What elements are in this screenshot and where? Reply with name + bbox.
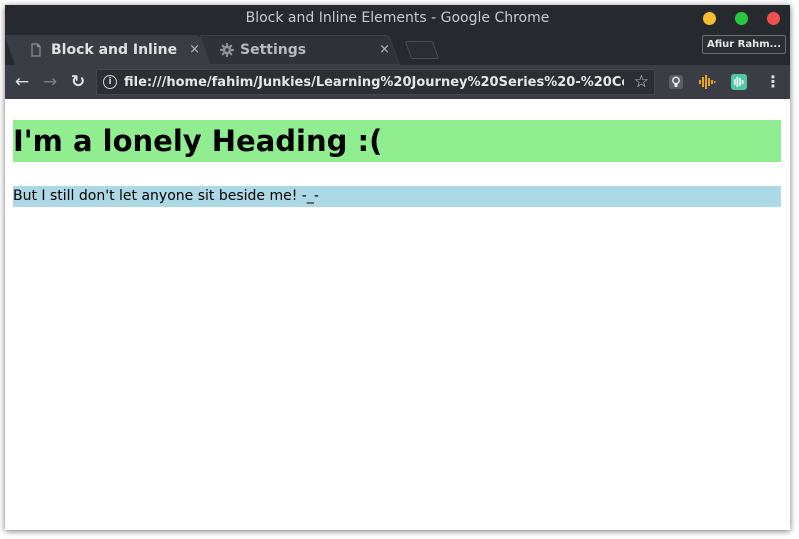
page-heading: I'm a lonely Heading :( (13, 120, 781, 162)
tab-content: Block and Inline El × (15, 35, 210, 65)
title-bar: Block and Inline Elements - Google Chrom… (5, 5, 790, 65)
toolbar: ← → ↻ i file:///home/fahim/Junkies/Learn… (5, 65, 790, 99)
tab-content: Settings × (210, 35, 400, 65)
window-title: Block and Inline Elements - Google Chrom… (245, 10, 550, 26)
page-viewport: I'm a lonely Heading :( But I still don'… (5, 99, 790, 530)
tab-block-and-inline[interactable]: Block and Inline El × (5, 35, 211, 65)
extension-soundwave-icon[interactable] (698, 74, 716, 90)
maximize-button[interactable] (735, 12, 748, 25)
minimize-button[interactable] (703, 12, 716, 25)
bookmark-star-icon[interactable]: ☆ (634, 72, 649, 92)
page-icon (29, 43, 43, 57)
extension-app-icon[interactable] (731, 74, 747, 90)
address-bar[interactable]: i file:///home/fahim/Junkies/Learning%20… (96, 69, 655, 95)
profile-button[interactable]: Afiur Rahm... (702, 35, 786, 54)
chrome-menu-icon[interactable]: ⋮ (765, 71, 781, 93)
tab-settings[interactable]: Settings × (199, 35, 400, 65)
tab-label: Settings (240, 42, 307, 58)
close-window-button[interactable] (767, 12, 780, 25)
page-paragraph: But I still don't let anyone sit beside … (13, 186, 781, 207)
new-tab-button[interactable] (404, 41, 440, 59)
tab-close-icon[interactable]: × (379, 41, 390, 59)
browser-window: Block and Inline Elements - Google Chrom… (5, 5, 790, 530)
back-button[interactable]: ← (11, 71, 33, 93)
gear-icon (219, 42, 235, 58)
tab-label: Block and Inline El (51, 42, 181, 58)
tab-close-icon[interactable]: × (189, 41, 200, 59)
info-icon[interactable]: i (103, 75, 117, 89)
extension-lightbulb-icon[interactable] (668, 74, 684, 90)
url-text[interactable]: file:///home/fahim/Junkies/Learning%20Jo… (124, 74, 624, 92)
forward-button[interactable]: → (39, 71, 61, 93)
reload-button[interactable]: ↻ (67, 71, 89, 93)
